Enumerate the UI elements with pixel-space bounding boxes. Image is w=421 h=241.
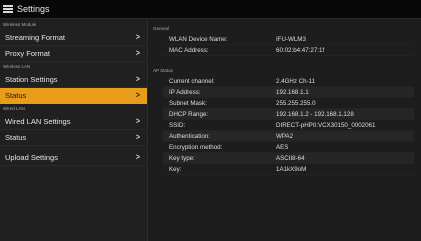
sidebar-item-label: Upload Settings: [5, 153, 58, 162]
info-label: IP Address:: [169, 88, 201, 96]
info-value: IFU-WLM3: [276, 35, 306, 43]
section-header-wired-lan: Wired LAN: [3, 106, 25, 111]
info-label: Current channel:: [169, 77, 215, 85]
group-header-ap-status: AP Status: [153, 68, 173, 73]
hamburger-menu-icon[interactable]: [3, 4, 13, 14]
sidebar-item-wlan-status[interactable]: Status >: [0, 88, 147, 104]
chevron-right-icon: >: [135, 49, 140, 58]
info-label: MAC Address:: [169, 46, 209, 54]
info-label: Subnet Mask:: [169, 99, 207, 107]
info-label: DHCP Range:: [169, 110, 209, 118]
info-label: Encryption method:: [169, 143, 223, 151]
group-header-general: General: [153, 26, 170, 31]
sidebar-item-wired-lan-settings[interactable]: Wired LAN Settings >: [0, 114, 147, 130]
title-bar: Settings: [0, 0, 421, 19]
sidebar-item-wired-status[interactable]: Status >: [0, 130, 147, 146]
info-value: AES: [276, 143, 289, 151]
info-value: ASCII8-64: [276, 154, 305, 162]
chevron-right-icon: >: [135, 33, 140, 42]
sidebar-item-streaming-format[interactable]: Streaming Format >: [0, 30, 147, 46]
section-header-wireless-module: Wireless Module: [3, 22, 37, 27]
sidebar: Wireless Module Streaming Format > Proxy…: [0, 20, 148, 241]
info-value: 60:02:b4:47:27:1f: [276, 46, 325, 54]
info-label: Authentication:: [169, 132, 210, 140]
info-row-device-name: WLAN Device Name: IFU-WLM3: [163, 34, 414, 45]
page-title: Settings: [17, 4, 50, 14]
info-label: WLAN Device Name:: [169, 35, 228, 43]
section-header-wireless-lan: Wireless LAN: [3, 64, 31, 69]
info-value: 192.168.1.2 - 192.168.1.128: [276, 110, 354, 118]
chevron-right-icon: >: [135, 75, 140, 84]
chevron-right-icon: >: [135, 153, 140, 162]
sidebar-item-proxy-format[interactable]: Proxy Format >: [0, 46, 147, 62]
chevron-right-icon: >: [135, 91, 140, 100]
info-label: Key type:: [169, 154, 195, 162]
info-row-authentication: Authentication: WPA2: [163, 131, 414, 142]
status-panel: General WLAN Device Name: IFU-WLM3 MAC A…: [149, 20, 421, 241]
info-row-encryption-method: Encryption method: AES: [163, 142, 414, 153]
sidebar-item-label: Status: [5, 133, 27, 142]
info-value: 2.4GHz Ch-11: [276, 77, 316, 85]
info-label: Key:: [169, 165, 182, 173]
info-label: SSID:: [169, 121, 186, 129]
sidebar-item-station-settings[interactable]: Station Settings >: [0, 72, 147, 88]
sidebar-item-label: Streaming Format: [5, 33, 66, 42]
info-row-subnet-mask: Subnet Mask: 255.255.255.0: [163, 98, 414, 109]
sidebar-item-label: Station Settings: [5, 75, 58, 84]
sidebar-item-label: Wired LAN Settings: [5, 117, 71, 126]
info-value: 192.168.1.1: [276, 88, 309, 96]
info-row-key: Key: 1A1kX9oM: [163, 164, 414, 175]
info-value: 255.255.255.0: [276, 99, 316, 107]
info-value: 1A1kX9oM: [276, 165, 307, 173]
info-row-ip-address: IP Address: 192.168.1.1: [163, 87, 414, 98]
info-row-ssid: SSID: DIRECT-pHP0:VCX30150_0002061: [163, 120, 414, 131]
info-row-dhcp-range: DHCP Range: 192.168.1.2 - 192.168.1.128: [163, 109, 414, 120]
info-row-mac-address: MAC Address: 60:02:b4:47:27:1f: [163, 45, 414, 56]
info-row-key-type: Key type: ASCII8-64: [163, 153, 414, 164]
info-value: DIRECT-pHP0:VCX30150_0002061: [276, 121, 376, 129]
sidebar-item-label: Proxy Format: [5, 49, 51, 58]
info-value: WPA2: [276, 132, 294, 140]
info-row-current-channel: Current channel: 2.4GHz Ch-11: [163, 76, 414, 87]
sidebar-item-label: Status: [5, 91, 27, 100]
chevron-right-icon: >: [135, 133, 140, 142]
sidebar-item-upload-settings[interactable]: Upload Settings >: [0, 150, 147, 166]
chevron-right-icon: >: [135, 117, 140, 126]
